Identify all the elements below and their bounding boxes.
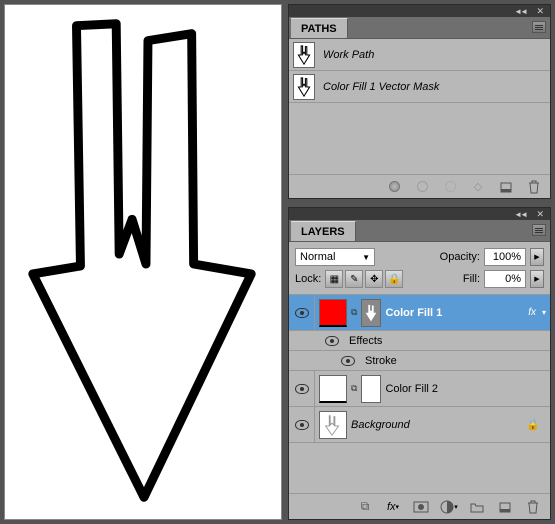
selection-path-icon[interactable]	[442, 179, 458, 195]
layer-color-fill-2[interactable]: ⧉ Color Fill 2	[289, 371, 550, 407]
fx-badge[interactable]: fx	[528, 307, 536, 318]
opacity-slider-icon[interactable]: ▶	[530, 248, 544, 266]
layer-list: ⧉ Color Fill 1 fx ▾ Effects Stroke ⧉	[289, 295, 550, 443]
link-icon[interactable]: ⧉	[351, 383, 357, 394]
layer-mask-icon[interactable]	[412, 498, 430, 516]
delete-layer-icon[interactable]	[524, 498, 542, 516]
mask-thumbnail[interactable]	[361, 375, 381, 403]
tab-bar: LAYERS	[289, 220, 550, 242]
path-name: Color Fill 1 Vector Mask	[323, 81, 439, 93]
blend-mode-dropdown[interactable]: Normal ▼	[295, 248, 375, 266]
layer-thumbnail[interactable]	[319, 375, 347, 403]
layer-color-fill-1[interactable]: ⧉ Color Fill 1 fx ▾	[289, 295, 550, 331]
close-icon[interactable]: ✕	[536, 209, 544, 220]
fill-path-icon[interactable]	[386, 179, 402, 195]
tab-paths[interactable]: PATHS	[291, 18, 348, 38]
close-icon[interactable]: ✕	[536, 6, 544, 17]
layers-panel: ◄◄ ✕ LAYERS Normal ▼ Opacity: 100% ▶ Loc…	[288, 207, 551, 520]
fill-slider-icon[interactable]: ▶	[530, 270, 544, 288]
layers-footer: ⧉ fx▾ ▾	[289, 493, 550, 519]
collapse-icon[interactable]: ◄◄	[514, 7, 526, 16]
layer-style-icon[interactable]: fx▾	[384, 498, 402, 516]
chevron-down-icon: ▼	[362, 253, 370, 262]
lock-label: Lock:	[295, 273, 321, 285]
make-work-path-icon[interactable]: ◇	[470, 179, 486, 195]
layer-name: Color Fill 1	[385, 307, 524, 319]
path-item[interactable]: Work Path	[289, 39, 550, 71]
layer-background[interactable]: Background 🔒	[289, 407, 550, 443]
blend-mode-value: Normal	[300, 251, 335, 263]
eye-icon	[295, 420, 309, 430]
visibility-toggle[interactable]	[289, 295, 315, 330]
path-thumbnail	[293, 74, 315, 100]
tab-bar: PATHS	[289, 17, 550, 39]
visibility-toggle[interactable]	[319, 331, 345, 350]
layer-thumbnail[interactable]	[319, 411, 347, 439]
fill-input[interactable]: 0%	[484, 270, 526, 288]
path-thumbnail	[293, 42, 315, 68]
group-icon[interactable]	[468, 498, 486, 516]
visibility-toggle[interactable]	[289, 407, 315, 442]
layer-name: Color Fill 2	[385, 383, 546, 395]
eye-icon	[295, 308, 309, 318]
lock-transparency-icon[interactable]: ▦	[325, 270, 343, 288]
layer-thumbnail[interactable]	[319, 299, 347, 327]
panel-menu-icon[interactable]	[532, 21, 546, 33]
layer-controls: Normal ▼ Opacity: 100% ▶ Lock: ▦ ✎ ✥ 🔒 F…	[289, 242, 550, 295]
opacity-label: Opacity:	[440, 251, 480, 263]
document-canvas[interactable]	[4, 4, 282, 520]
panel-menu-icon[interactable]	[532, 224, 546, 236]
paths-footer: ◇	[289, 174, 550, 198]
link-layers-icon[interactable]: ⧉	[356, 498, 374, 516]
eye-icon	[295, 384, 309, 394]
eye-icon	[341, 356, 355, 366]
new-layer-icon[interactable]	[496, 498, 514, 516]
stroke-label: Stroke	[365, 355, 397, 367]
chevron-down-icon[interactable]: ▾	[542, 308, 546, 317]
eye-icon	[325, 336, 339, 346]
fill-label: Fill:	[463, 273, 480, 285]
link-icon[interactable]: ⧉	[351, 307, 357, 318]
tab-layers[interactable]: LAYERS	[291, 221, 356, 241]
adjustment-layer-icon[interactable]: ▾	[440, 498, 458, 516]
path-item[interactable]: Color Fill 1 Vector Mask	[289, 71, 550, 103]
new-path-icon[interactable]	[498, 179, 514, 195]
layer-name: Background	[351, 419, 522, 431]
mask-thumbnail[interactable]	[361, 299, 381, 327]
effects-row[interactable]: Effects	[289, 331, 550, 351]
lock-pixels-icon[interactable]: ✎	[345, 270, 363, 288]
lock-icon: 🔒	[526, 418, 540, 431]
panel-header: ◄◄ ✕	[289, 208, 550, 220]
lock-all-icon[interactable]: 🔒	[385, 270, 403, 288]
path-list: Work Path Color Fill 1 Vector Mask	[289, 39, 550, 103]
stroke-path-icon[interactable]	[414, 179, 430, 195]
delete-path-icon[interactable]	[526, 179, 542, 195]
panel-header: ◄◄ ✕	[289, 5, 550, 17]
visibility-toggle[interactable]	[335, 351, 361, 370]
stroke-effect-row[interactable]: Stroke	[289, 351, 550, 371]
path-name: Work Path	[323, 49, 374, 61]
paths-panel: ◄◄ ✕ PATHS Work Path Color Fill 1 Vector…	[288, 4, 551, 199]
visibility-toggle[interactable]	[289, 371, 315, 406]
opacity-input[interactable]: 100%	[484, 248, 526, 266]
collapse-icon[interactable]: ◄◄	[514, 210, 526, 219]
lock-position-icon[interactable]: ✥	[365, 270, 383, 288]
effects-label: Effects	[349, 335, 382, 347]
